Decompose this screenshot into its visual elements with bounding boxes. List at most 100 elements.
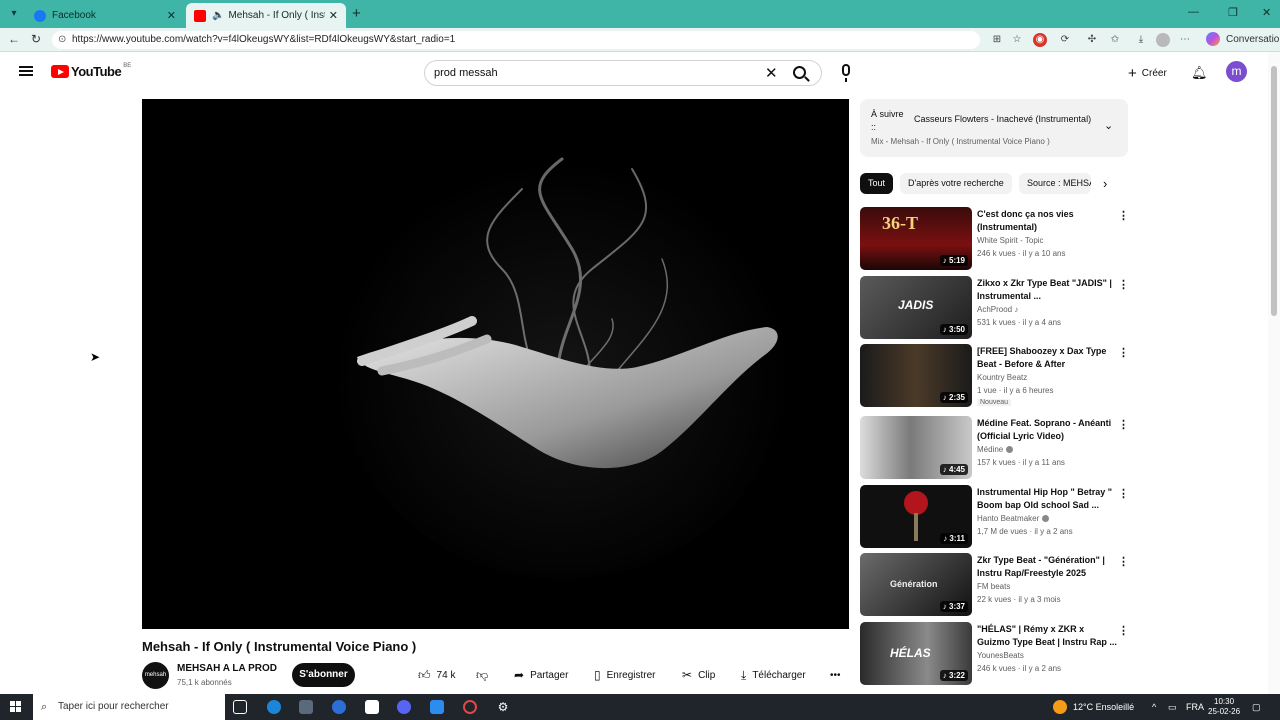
like-button[interactable]: 👍︎ 74 k bbox=[418, 663, 455, 687]
list-item[interactable]: JADIS ♪ 3:50 Zikxo x Zkr Type Beat "JADI… bbox=[860, 276, 1129, 340]
network-icon[interactable]: ▭ bbox=[1168, 694, 1177, 720]
more-options-icon[interactable]: ⋮ bbox=[1118, 624, 1129, 637]
notifications-icon[interactable]: ▢ bbox=[1252, 694, 1261, 720]
chip-all[interactable]: Tout bbox=[860, 173, 894, 194]
chevron-down-icon[interactable]: ⌄ bbox=[1104, 119, 1113, 132]
video-title[interactable]: Zkr Type Beat - "Génération" | Instru Ra… bbox=[977, 554, 1117, 580]
refresh-icon[interactable]: ↻ bbox=[31, 32, 41, 46]
media-player-icon[interactable] bbox=[332, 700, 346, 714]
video-title[interactable]: [FREE] Shaboozey x Dax Type Beat - Befor… bbox=[977, 345, 1117, 371]
download-button[interactable]: ⤓ Télécharger bbox=[741, 663, 806, 687]
capcut-icon[interactable] bbox=[365, 700, 379, 714]
channel-avatar[interactable]: mehsah bbox=[142, 662, 169, 689]
account-avatar[interactable]: m bbox=[1226, 61, 1247, 82]
video-title[interactable]: Instrumental Hip Hop " Betray " Boom bap… bbox=[977, 486, 1117, 512]
dislike-button[interactable]: 👎︎ bbox=[476, 663, 494, 687]
more-options-icon[interactable]: ⋮ bbox=[1118, 487, 1129, 500]
save-button[interactable]: ▯ Enregistrer bbox=[594, 663, 656, 687]
channel-name[interactable]: Médine bbox=[977, 445, 1014, 454]
share-button[interactable]: ➦ Partager bbox=[514, 663, 568, 687]
download-icon[interactable]: ⤓ bbox=[1134, 33, 1148, 47]
tab-youtube[interactable]: 🔈 Mehsah - If Only ( Instrumental ✕ bbox=[186, 3, 346, 28]
chip-source[interactable]: Source : MEHSAH bbox=[1019, 173, 1091, 194]
favorites-icon[interactable]: ✩ bbox=[1108, 33, 1122, 47]
channel-name[interactable]: MEHSAH A LA PROD bbox=[177, 663, 277, 674]
speaker-icon[interactable]: 🔈 bbox=[212, 10, 224, 21]
close-window-button[interactable]: ✕ bbox=[1262, 6, 1271, 19]
menu-dots-icon[interactable]: ⋯ bbox=[1178, 33, 1192, 47]
channel-name[interactable]: Kountry Beatz bbox=[977, 373, 1027, 382]
favorite-star-icon[interactable]: ☆ bbox=[1010, 33, 1024, 47]
video-title[interactable]: "HÉLAS" | Rémy x ZKR x Guizmo Type Beat … bbox=[977, 623, 1117, 649]
taskbar-search-field[interactable]: ⌕ Taper ici pour rechercher bbox=[33, 694, 225, 720]
scrollbar-thumb[interactable] bbox=[1271, 66, 1277, 316]
puzzle-icon[interactable]: ✣ bbox=[1085, 33, 1099, 47]
tab-facebook[interactable]: Facebook ✕ bbox=[26, 3, 184, 28]
language-indicator[interactable]: FRA bbox=[1186, 694, 1204, 720]
channel-name[interactable]: FM beats bbox=[977, 582, 1010, 591]
tab-close-icon[interactable]: ✕ bbox=[167, 9, 176, 22]
app-icon[interactable] bbox=[299, 700, 313, 714]
video-thumbnail[interactable]: JADIS ♪ 3:50 bbox=[860, 276, 972, 339]
site-info-icon[interactable]: ⊙ bbox=[58, 31, 66, 49]
clip-button[interactable]: ✂ Clip bbox=[682, 663, 715, 687]
channel-name[interactable]: Hanto Beatmaker bbox=[977, 514, 1050, 523]
adblock-extension-icon[interactable]: ◉ bbox=[1033, 33, 1047, 47]
list-item[interactable]: HÉLAS ♪ 3:22 "HÉLAS" | Rémy x ZKR x Guiz… bbox=[860, 622, 1129, 686]
search-icon[interactable] bbox=[793, 66, 806, 79]
channel-name[interactable]: YounesBeats bbox=[977, 651, 1024, 660]
video-title[interactable]: Zikxo x Zkr Type Beat "JADIS" | Instrume… bbox=[977, 277, 1117, 303]
list-item[interactable]: ♪ 3:11 Instrumental Hip Hop " Betray " B… bbox=[860, 485, 1129, 549]
weather-text[interactable]: 12°C Ensoleillé bbox=[1073, 694, 1134, 720]
more-options-icon[interactable]: ⋮ bbox=[1118, 418, 1129, 431]
video-thumbnail[interactable]: Génération ♪ 3:37 bbox=[860, 553, 972, 616]
edge-icon[interactable] bbox=[267, 700, 281, 714]
list-item[interactable]: Génération ♪ 3:37 Zkr Type Beat - "Génér… bbox=[860, 553, 1129, 617]
task-view-icon[interactable] bbox=[233, 700, 247, 714]
app-icon[interactable] bbox=[430, 700, 444, 714]
create-button[interactable]: + Créer bbox=[1122, 62, 1173, 84]
video-thumbnail[interactable]: HÉLAS ♪ 3:22 bbox=[860, 622, 972, 685]
settings-gear-icon[interactable]: ⚙ bbox=[496, 700, 510, 714]
youtube-logo[interactable]: YouTube BE bbox=[51, 63, 131, 79]
url-field[interactable]: ⊙ https://www.youtube.com/watch?v=f4lOke… bbox=[52, 31, 980, 49]
chip-search-related[interactable]: D'après votre recherche bbox=[900, 173, 1012, 194]
video-thumbnail[interactable]: ♪ 3:11 bbox=[860, 485, 972, 548]
clear-search-icon[interactable]: ✕ bbox=[765, 64, 778, 82]
minimize-button[interactable]: — bbox=[1188, 6, 1199, 18]
search-input[interactable] bbox=[434, 65, 754, 81]
profile-icon[interactable] bbox=[1156, 33, 1170, 47]
tray-chevron-icon[interactable]: ^ bbox=[1152, 694, 1156, 720]
app-icon[interactable] bbox=[463, 700, 477, 714]
video-player[interactable] bbox=[142, 99, 849, 629]
video-title[interactable]: C'est donc ça nos vies (Instrumental) bbox=[977, 208, 1117, 234]
video-title[interactable]: Médine Feat. Soprano - Anéanti (Official… bbox=[977, 417, 1117, 443]
tab-actions-icon[interactable]: ▾ bbox=[6, 6, 22, 22]
video-thumbnail[interactable]: ♪ 4:45 bbox=[860, 416, 972, 479]
app-icon[interactable]: ⊞ bbox=[990, 33, 1004, 47]
tab-close-icon[interactable]: ✕ bbox=[329, 9, 338, 22]
channel-name[interactable]: AchProod ♪ bbox=[977, 305, 1018, 314]
video-thumbnail[interactable]: ♪ 2:35 bbox=[860, 344, 972, 407]
channel-name[interactable]: White Spirit - Topic bbox=[977, 236, 1044, 245]
list-item[interactable]: ♪ 2:35 [FREE] Shaboozey x Dax Type Beat … bbox=[860, 344, 1129, 408]
list-item[interactable]: 36-T ♪ 5:19 C'est donc ça nos vies (Inst… bbox=[860, 207, 1129, 271]
discord-icon[interactable] bbox=[397, 700, 411, 714]
notifications-bell-icon[interactable]: 🔔︎ bbox=[1191, 65, 1208, 81]
extension-icon[interactable]: ⟳ bbox=[1058, 33, 1072, 47]
copilot-button[interactable]: Conversation bbox=[1206, 32, 1280, 46]
chevron-right-icon[interactable]: › bbox=[1103, 176, 1107, 191]
more-options-icon[interactable]: ⋮ bbox=[1118, 278, 1129, 291]
maximize-button[interactable]: ❐ bbox=[1228, 6, 1238, 19]
more-options-icon[interactable]: ⋮ bbox=[1118, 346, 1129, 359]
clock[interactable]: 10:30 25-02-26 bbox=[1208, 697, 1240, 717]
menu-icon[interactable] bbox=[19, 66, 33, 76]
microphone-icon[interactable] bbox=[842, 64, 850, 82]
new-tab-button[interactable]: + bbox=[352, 5, 361, 22]
page-scrollbar[interactable] bbox=[1268, 52, 1280, 694]
more-options-icon[interactable]: ⋮ bbox=[1118, 555, 1129, 568]
list-item[interactable]: ♪ 4:45 Médine Feat. Soprano - Anéanti (O… bbox=[860, 416, 1129, 480]
video-thumbnail[interactable]: 36-T ♪ 5:19 bbox=[860, 207, 972, 270]
subscribe-button[interactable]: S'abonner bbox=[292, 663, 355, 687]
windows-start-icon[interactable] bbox=[10, 701, 22, 713]
